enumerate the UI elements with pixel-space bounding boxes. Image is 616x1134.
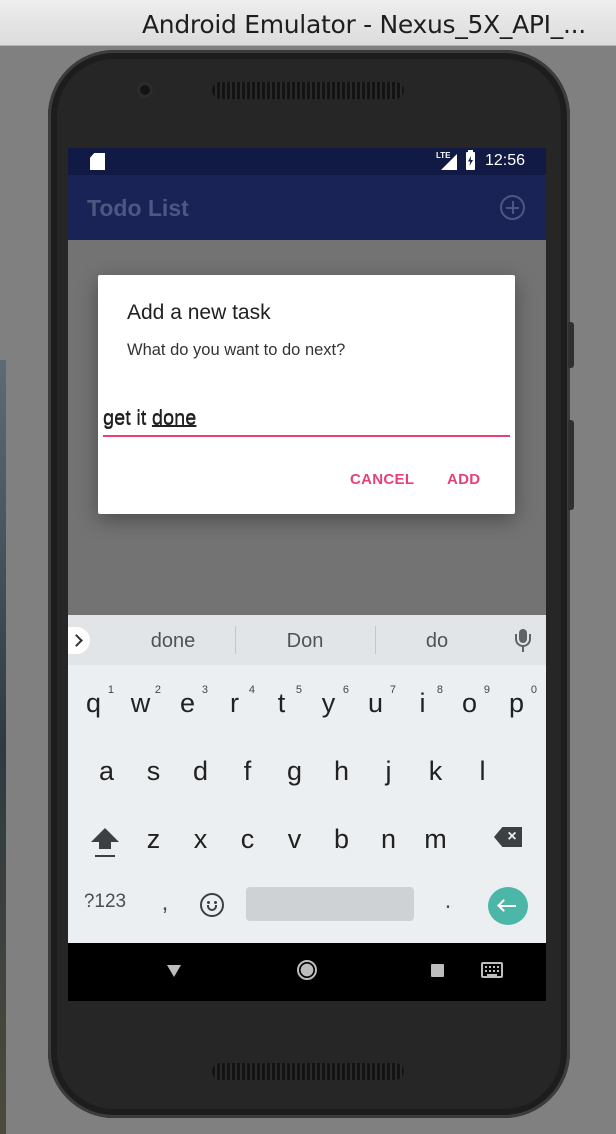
key-hint: 4	[248, 684, 255, 696]
key-char: n	[380, 824, 397, 854]
key-char: l	[479, 756, 486, 786]
suggestion-divider	[375, 626, 376, 654]
key-char: k	[428, 756, 443, 786]
key-hint: 7	[389, 684, 396, 696]
key-char: z	[146, 824, 161, 854]
bottom-speaker	[212, 1063, 404, 1080]
top-speaker	[212, 82, 404, 99]
key-a[interactable]: a	[83, 751, 130, 791]
key-e[interactable]: e3	[164, 683, 211, 723]
shift-icon[interactable]	[91, 828, 119, 858]
key-g[interactable]: g	[271, 751, 318, 791]
dialog-title: Add a new task	[127, 301, 271, 324]
key-n[interactable]: n	[365, 819, 412, 859]
power-button[interactable]	[568, 322, 574, 368]
key-char: s	[146, 756, 161, 786]
network-label: LTE	[436, 151, 451, 160]
add-circle-icon[interactable]	[500, 195, 525, 220]
mic-icon[interactable]	[514, 629, 532, 653]
key-f[interactable]: f	[224, 751, 271, 791]
add-task-dialog: Add a new task What do you want to do ne…	[98, 275, 515, 514]
key-hint: 2	[154, 684, 161, 696]
key-hint: 5	[295, 684, 302, 696]
space-key[interactable]	[246, 887, 414, 921]
keyboard-switch-icon[interactable]	[481, 962, 503, 978]
suggestion-divider	[235, 626, 236, 654]
key-char: j	[385, 756, 392, 786]
key-z[interactable]: z	[130, 819, 177, 859]
emoji-icon[interactable]	[200, 893, 224, 917]
key-char: f	[243, 756, 252, 786]
key-hint: 9	[483, 684, 490, 696]
key-y[interactable]: y6	[305, 683, 352, 723]
add-button[interactable]: ADD	[447, 471, 480, 488]
comma-key[interactable]: ,	[152, 889, 178, 917]
recents-icon[interactable]	[431, 964, 444, 977]
key-r[interactable]: r4	[211, 683, 258, 723]
key-hint: 1	[107, 684, 114, 696]
key-hint: 3	[201, 684, 208, 696]
dialog-message: What do you want to do next?	[127, 341, 346, 359]
key-h[interactable]: h	[318, 751, 365, 791]
key-p[interactable]: p0	[493, 683, 540, 723]
app-title: Todo List	[87, 195, 189, 221]
key-j[interactable]: j	[365, 751, 412, 791]
status-time: 12:56	[485, 152, 526, 169]
key-x[interactable]: x	[177, 819, 224, 859]
desktop-edge	[0, 360, 6, 1134]
key-i[interactable]: i8	[399, 683, 446, 723]
key-hint: 0	[530, 684, 537, 696]
key-s[interactable]: s	[130, 751, 177, 791]
key-c[interactable]: c	[224, 819, 271, 859]
key-char: m	[424, 824, 447, 854]
key-char: g	[286, 756, 303, 786]
key-char: c	[240, 824, 255, 854]
phone-screen: LTE 12:56 Todo List Add a new task What …	[68, 148, 546, 1001]
battery-charging-icon	[466, 150, 475, 170]
key-d[interactable]: d	[177, 751, 224, 791]
key-q[interactable]: q1	[70, 683, 117, 723]
key-char: v	[287, 824, 302, 854]
sd-card-icon	[90, 153, 105, 170]
key-char: h	[333, 756, 350, 786]
suggestion-bar: done Don do	[68, 615, 546, 665]
soft-keyboard: done Don do q1w2e3r4t5y6u7i8o9p0 a s d f gh j…	[68, 615, 546, 943]
key-w[interactable]: w2	[117, 683, 164, 723]
key-char: b	[333, 824, 350, 854]
back-icon[interactable]	[167, 965, 181, 977]
enter-key[interactable]	[488, 887, 528, 925]
home-icon[interactable]	[297, 960, 317, 980]
camera-icon	[137, 82, 153, 98]
key-v[interactable]: v	[271, 819, 318, 859]
app-bar: Todo List	[68, 175, 546, 240]
window-title: Android Emulator - Nexus_5X_API_...	[142, 10, 586, 39]
suggestion-3[interactable]: do	[378, 615, 496, 665]
symbols-key[interactable]: ?123	[76, 891, 134, 913]
key-char: d	[192, 756, 209, 786]
key-char: a	[98, 756, 115, 786]
key-b[interactable]: b	[318, 819, 365, 859]
suggestion-1[interactable]: done	[114, 615, 232, 665]
key-u[interactable]: u7	[352, 683, 399, 723]
key-t[interactable]: t5	[258, 683, 305, 723]
key-l[interactable]: l	[459, 751, 506, 791]
key-char: x	[193, 824, 208, 854]
key-hint: 8	[436, 684, 443, 696]
chevron-right-icon[interactable]	[68, 627, 90, 654]
cancel-button[interactable]: CANCEL	[350, 471, 414, 488]
key-o[interactable]: o9	[446, 683, 493, 723]
period-key[interactable]: .	[436, 887, 460, 915]
status-bar: LTE 12:56	[68, 148, 546, 175]
key-k[interactable]: k	[412, 751, 459, 791]
backspace-x-glyph: ×	[507, 828, 517, 845]
key-m[interactable]: m	[412, 819, 459, 859]
nav-bar	[68, 943, 546, 1001]
suggestion-2[interactable]: Don	[246, 615, 364, 665]
key-hint: 6	[342, 684, 349, 696]
volume-button[interactable]	[568, 420, 574, 510]
window-titlebar: Android Emulator - Nexus_5X_API_...	[0, 0, 616, 46]
task-input[interactable]	[103, 403, 510, 437]
